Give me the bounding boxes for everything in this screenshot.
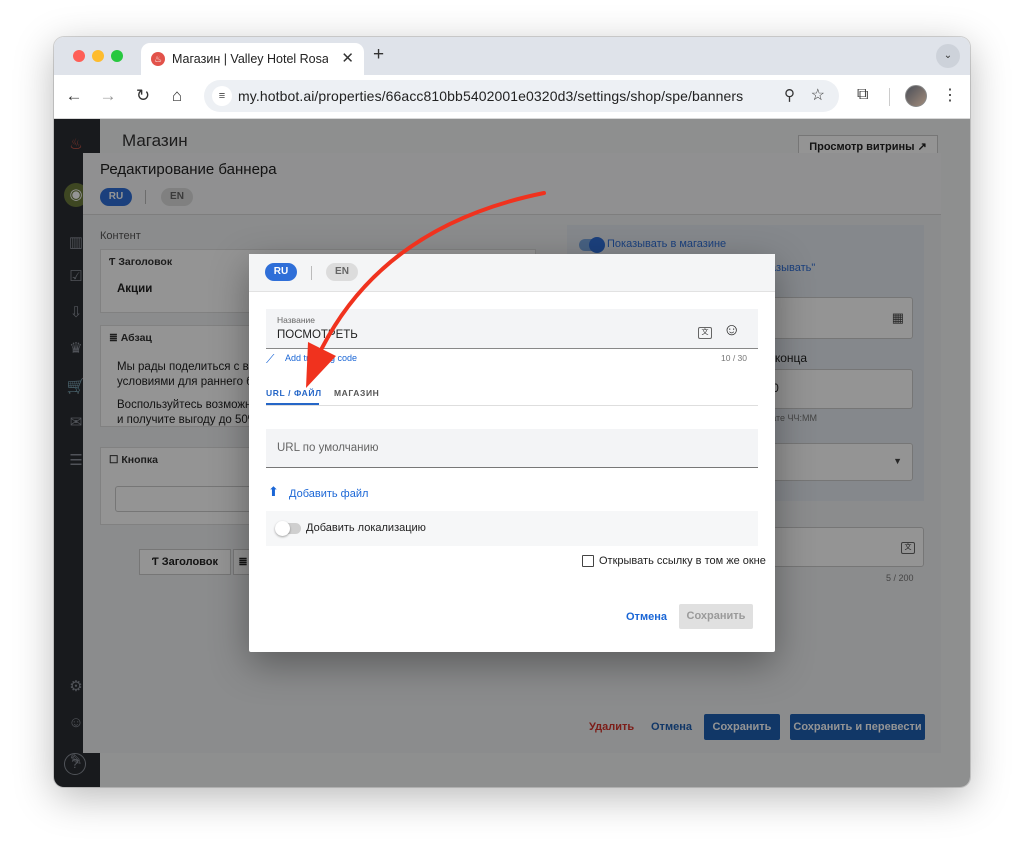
link-type-tabs: URL / ФАЙЛ МАГАЗИН [266,384,758,406]
localization-row: Добавить локализацию [266,511,758,546]
link-dialog-lang-bar: RU EN [249,254,775,292]
name-counter: 10 / 30 [721,353,747,363]
same-window-checkbox[interactable] [582,555,594,567]
localization-toggle[interactable] [275,521,301,536]
maximize-window-button[interactable] [111,50,123,62]
default-url-field[interactable]: URL по умолчанию [266,429,758,468]
address-bar[interactable]: ≡ my.hotbot.ai/properties/66acc810bb5402… [204,80,839,112]
link-edit-dialog: RU EN Название ПОСМОТРЕТЬ 文 ☺ 10 / 30 ⟋ … [249,254,775,652]
lang-divider [311,266,312,280]
upload-icon[interactable]: ⬆ [268,484,279,500]
toolbar-divider [889,88,890,106]
emoji-icon[interactable]: ☺ [723,320,740,340]
localization-label: Добавить локализацию [306,522,426,534]
tab-strip: ♨ Магазин | Valley Hotel Rosa K ✕ + ⌄ [54,37,970,75]
browser-menu-icon[interactable]: ⋮ [942,85,958,105]
back-icon[interactable]: ← [64,86,84,106]
url-text[interactable]: my.hotbot.ai/properties/66acc810bb540200… [238,88,743,104]
add-file-link[interactable]: Добавить файл [289,488,368,500]
bookmark-star-icon[interactable]: ☆ [811,85,825,105]
tab-title: Магазин | Valley Hotel Rosa K [172,52,328,66]
browser-tab[interactable]: ♨ Магазин | Valley Hotel Rosa K ✕ [141,43,364,75]
zoom-icon[interactable]: ⚲ [784,86,795,104]
tab-shop[interactable]: МАГАЗИН [334,388,379,398]
minimize-window-button[interactable] [92,50,104,62]
home-icon[interactable]: ⌂ [167,86,187,106]
lang-en-chip[interactable]: EN [326,263,358,281]
translate-icon[interactable]: 文 [698,327,712,339]
tab-url-file[interactable]: URL / ФАЙЛ [266,388,322,398]
add-tracking-code-link[interactable]: Add tracking code [285,353,357,363]
tab-search-button[interactable]: ⌄ [936,44,960,68]
default-url-placeholder: URL по умолчанию [277,442,379,454]
same-window-label[interactable]: Открывать ссылку в том же окне [599,555,766,567]
reload-icon[interactable]: ↻ [133,86,153,106]
hotbot-favicon-icon: ♨ [151,52,165,66]
tab-close-icon[interactable]: ✕ [341,49,354,67]
extensions-icon[interactable]: ⧉ [857,86,868,104]
active-tab-indicator [266,403,319,405]
browser-toolbar: ← → ↻ ⌂ ≡ my.hotbot.ai/properties/66acc8… [54,75,970,119]
button-name-label: Название [277,315,315,325]
profile-avatar[interactable] [905,85,927,107]
new-tab-button[interactable]: + [373,44,384,66]
close-window-button[interactable] [73,50,85,62]
site-info-icon[interactable]: ≡ [212,86,232,106]
link-save-button[interactable]: Сохранить [679,604,753,629]
button-name-value[interactable]: ПОСМОТРЕТЬ [277,329,358,341]
trend-icon: ⟋ [266,352,275,366]
forward-icon[interactable]: → [98,86,118,106]
lang-ru-chip[interactable]: RU [265,263,297,281]
button-name-field[interactable]: Название ПОСМОТРЕТЬ [266,309,758,349]
link-cancel-button[interactable]: Отмена [626,611,667,623]
